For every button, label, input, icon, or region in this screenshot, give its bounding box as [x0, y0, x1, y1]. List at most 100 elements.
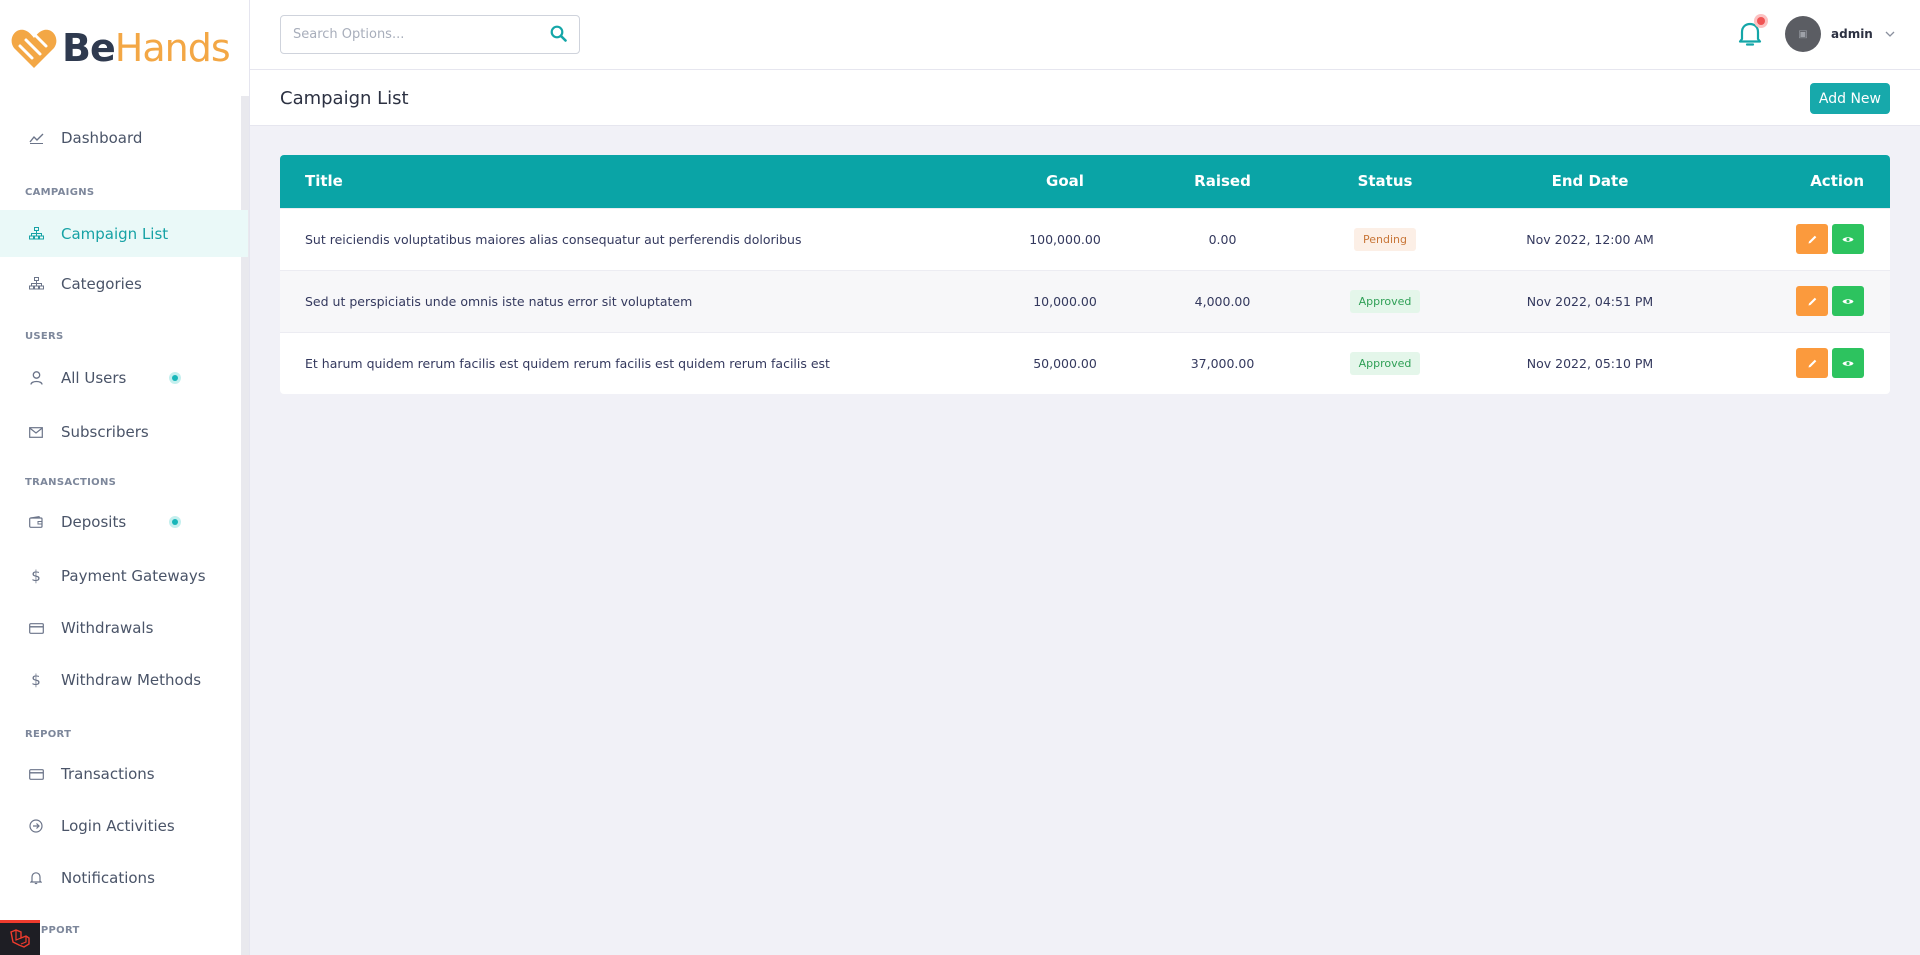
image-placeholder-icon: ▣ [1798, 28, 1808, 40]
sidebar-item-label: Notifications [61, 869, 155, 887]
sidebar-item-notifications[interactable]: Notifications [0, 858, 248, 898]
bell-icon [28, 870, 44, 886]
add-new-button[interactable]: Add New [1809, 83, 1890, 114]
sidebar-item-label: Login Activities [61, 817, 175, 835]
sidebar-item-label: Deposits [61, 513, 127, 531]
view-button[interactable] [1832, 348, 1864, 379]
brand-name-hands: Hands [114, 26, 231, 70]
sidebar-item-label: Dashboard [61, 129, 143, 147]
column-header-title: Title [305, 172, 343, 191]
credit-card-icon [28, 620, 44, 636]
cell-status: Approved [1300, 269, 1470, 332]
cell-action [1710, 331, 1890, 394]
section-label-campaigns: CAMPAIGNS [25, 187, 95, 198]
pencil-icon [1808, 297, 1816, 305]
sidebar-item-payment-gateways[interactable]: $ Payment Gateways [0, 556, 248, 596]
sidebar-item-dashboard[interactable]: Dashboard [0, 118, 248, 158]
table-row: Sed ut perspiciatis unde omnis iste natu… [280, 269, 1890, 332]
brand-name-be: Be [62, 26, 116, 70]
dollar-icon: $ [31, 567, 41, 585]
view-button[interactable] [1832, 286, 1864, 316]
notification-badge [1754, 14, 1768, 28]
sidebar-item-campaign-list[interactable]: Campaign List [0, 210, 248, 257]
sidebar-item-label: All Users [61, 369, 127, 387]
sidebar-item-label: Payment Gateways [61, 567, 206, 585]
table-row: Et harum quidem rerum facilis est quidem… [280, 331, 1890, 394]
heart-hands-icon [11, 29, 57, 68]
new-indicator-dot [169, 516, 181, 528]
campaign-table-card: Title Goal Raised Status End Date Action… [280, 155, 1890, 394]
cell-goal: 10,000.00 [985, 269, 1145, 332]
wallet-icon [28, 514, 44, 530]
campaign-table: Title Goal Raised Status End Date Action… [280, 155, 1890, 394]
sidebar-item-categories[interactable]: Categories [0, 257, 248, 310]
user-icon [28, 370, 44, 386]
sidebar-item-label: Subscribers [61, 423, 149, 441]
table-header-row: Title Goal Raised Status End Date Action [280, 155, 1890, 208]
sidebar: BeHands Dashboard CAMPAIGNS Campaign Lis… [0, 0, 250, 955]
top-header: ▣ admin [250, 0, 1920, 70]
cell-action [1710, 269, 1890, 332]
cell-end-date: Nov 2022, 04:51 PM [1470, 269, 1710, 332]
user-name: admin [1831, 27, 1873, 41]
laravel-icon [10, 929, 30, 948]
search-icon[interactable] [550, 25, 567, 46]
sitemap-icon [28, 276, 44, 292]
cell-raised: 37,000.00 [1145, 331, 1300, 394]
sidebar-item-label: Withdraw Methods [61, 671, 202, 689]
sidebar-item-deposits[interactable]: Deposits [0, 502, 248, 542]
brand-logo[interactable]: BeHands [0, 0, 249, 96]
cell-status: Pending [1300, 207, 1470, 270]
notifications-bell[interactable] [1738, 14, 1768, 48]
search-input[interactable] [281, 27, 531, 42]
laravel-debugbar-toggle[interactable] [0, 920, 40, 955]
eye-icon [1842, 298, 1854, 304]
sidebar-item-withdraw-methods[interactable]: $ Withdraw Methods [0, 660, 248, 700]
dollar-icon: $ [31, 671, 41, 689]
view-button[interactable] [1832, 224, 1864, 254]
cell-raised: 0.00 [1145, 207, 1300, 270]
cell-title: Sed ut perspiciatis unde omnis iste natu… [280, 269, 985, 332]
column-header-raised: Raised [1194, 172, 1251, 191]
search-box [280, 15, 580, 54]
cell-status: Approved [1300, 331, 1470, 394]
section-label-report: REPORT [25, 729, 72, 740]
section-label-transactions: TRANSACTIONS [25, 477, 117, 488]
pencil-icon [1808, 359, 1816, 368]
status-badge: Approved [1349, 351, 1421, 375]
chevron-down-icon [1885, 29, 1895, 40]
cell-goal: 50,000.00 [985, 331, 1145, 394]
eye-icon [1842, 361, 1854, 366]
sidebar-item-withdrawals[interactable]: Withdrawals [0, 608, 248, 648]
edit-button[interactable] [1796, 348, 1828, 379]
edit-button[interactable] [1796, 224, 1828, 254]
sidebar-nav: Dashboard CAMPAIGNS Campaign List Catego… [0, 118, 248, 940]
sidebar-item-login-activities[interactable]: Login Activities [0, 806, 248, 846]
sign-in-icon [28, 818, 44, 834]
status-badge: Approved [1349, 289, 1421, 313]
column-header-end-date: End Date [1551, 172, 1629, 191]
status-badge: Pending [1354, 227, 1416, 251]
user-menu[interactable]: ▣ admin [1785, 16, 1895, 52]
sidebar-item-all-users[interactable]: All Users [0, 358, 248, 398]
cell-end-date: Nov 2022, 12:00 AM [1470, 207, 1710, 270]
column-header-action: Action [1810, 172, 1864, 191]
cell-goal: 100,000.00 [985, 207, 1145, 270]
new-indicator-dot [169, 372, 181, 384]
credit-card-icon [28, 766, 44, 782]
eye-icon [1842, 236, 1854, 242]
sidebar-item-label: Transactions [61, 765, 155, 783]
edit-button[interactable] [1796, 286, 1828, 316]
cell-end-date: Nov 2022, 05:10 PM [1470, 331, 1710, 394]
sidebar-item-subscribers[interactable]: Subscribers [0, 412, 248, 452]
envelope-icon [28, 424, 44, 440]
sitemap-icon [28, 226, 44, 242]
page-title-bar: Campaign List Add New [250, 70, 1920, 126]
page-title: Campaign List [280, 88, 409, 109]
cell-title: Et harum quidem rerum facilis est quidem… [280, 331, 985, 394]
column-header-goal: Goal [1046, 172, 1084, 191]
pencil-icon [1808, 235, 1816, 243]
avatar: ▣ [1785, 16, 1821, 52]
cell-action [1710, 207, 1890, 270]
sidebar-item-transactions[interactable]: Transactions [0, 754, 248, 794]
